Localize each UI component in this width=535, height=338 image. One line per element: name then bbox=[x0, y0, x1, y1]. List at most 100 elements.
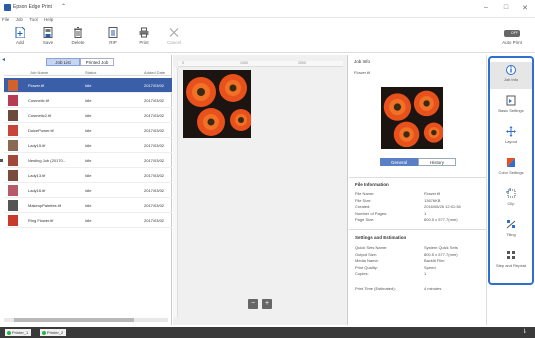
zoom-out-button[interactable]: − bbox=[248, 299, 258, 309]
job-thumbnail bbox=[8, 140, 18, 151]
add-button[interactable]: Add bbox=[9, 27, 31, 51]
table-row[interactable]: Lady15.tif Idle 2017/03/02 bbox=[4, 138, 172, 153]
zoom-in-button[interactable]: + bbox=[262, 299, 272, 309]
job-status: Idle bbox=[85, 143, 92, 148]
notification-icon[interactable]: ⇂ bbox=[522, 328, 527, 335]
job-date: 2017/03/02 bbox=[144, 143, 165, 148]
job-status: Idle bbox=[85, 128, 92, 133]
table-row[interactable]: Nesting Job (20170... Idle 2017/03/02 bbox=[4, 153, 172, 168]
side-button-label: Tiling bbox=[506, 232, 516, 237]
table-row[interactable]: DolcePower.tif Idle 2017/03/02 bbox=[4, 123, 172, 138]
trash-icon bbox=[74, 27, 82, 38]
info-key: Number of Pages: bbox=[355, 210, 388, 216]
side-button-basic-settings[interactable]: Basic Settings bbox=[490, 93, 532, 120]
info-value: Speed bbox=[424, 264, 436, 270]
job-thumbnail bbox=[8, 155, 18, 166]
job-date: 2017/03/02 bbox=[144, 188, 165, 193]
table-row[interactable]: Cosmetic2.tif Idle 2017/03/02 bbox=[4, 108, 172, 123]
job-status: Idle bbox=[85, 173, 92, 178]
file-info-title: File Information bbox=[355, 182, 389, 187]
job-date: 2017/03/02 bbox=[144, 113, 165, 118]
pane-indicator-icon: ◂ bbox=[2, 57, 6, 63]
info-value: 1 bbox=[424, 271, 427, 276]
auto-print-switch[interactable]: OFF bbox=[504, 30, 520, 37]
job-status: Idle bbox=[85, 83, 92, 88]
auto-print-toggle[interactable]: OFF Auto Print bbox=[497, 30, 527, 52]
close-button[interactable]: ✕ bbox=[519, 4, 531, 12]
maximize-button[interactable]: □ bbox=[500, 4, 512, 11]
info-value: Flower.tif bbox=[424, 191, 441, 196]
printer-tab-2[interactable]: Printer_2 bbox=[40, 329, 67, 336]
job-date: 2017/03/02 bbox=[144, 218, 165, 223]
menu-tool[interactable]: Tool bbox=[29, 17, 37, 22]
info-key: Copies: bbox=[355, 271, 369, 276]
info-value: System Quick Sets bbox=[424, 245, 458, 250]
job-name: Nesting Job (20170... bbox=[28, 158, 67, 163]
job-date: 2017/03/02 bbox=[144, 158, 165, 163]
minimize-button[interactable]: – bbox=[480, 4, 492, 11]
rip-icon bbox=[108, 27, 118, 38]
add-file-icon bbox=[15, 27, 25, 38]
job-thumbnail bbox=[8, 215, 18, 226]
info-icon bbox=[506, 65, 516, 75]
expand-marker-icon[interactable] bbox=[0, 159, 3, 162]
side-button-label: Layout bbox=[504, 139, 517, 144]
settings-title: Settings and Estimation bbox=[355, 235, 407, 240]
table-row[interactable]: Ring Flower.tif Idle 2017/03/02 bbox=[4, 213, 172, 228]
auto-print-label: Auto Print bbox=[502, 40, 522, 45]
job-date: 2017/03/02 bbox=[144, 203, 165, 208]
menu-help[interactable]: Help bbox=[44, 17, 53, 22]
table-row[interactable]: Lady13.tif Idle 2017/03/02 bbox=[4, 168, 172, 183]
job-tabs: Job List Printed Job bbox=[46, 58, 114, 67]
tab-general[interactable]: General bbox=[380, 158, 418, 166]
job-thumbnail bbox=[8, 185, 18, 196]
horizontal-scrollbar[interactable] bbox=[4, 318, 168, 322]
job-thumbnail bbox=[8, 200, 18, 211]
job-info-pane: Job Info Flower.tif General History File … bbox=[349, 55, 487, 325]
info-key: File Name: bbox=[355, 191, 375, 196]
side-button-layout[interactable]: Layout bbox=[490, 124, 532, 151]
tab-job-list[interactable]: Job List bbox=[46, 58, 80, 66]
save-button[interactable]: Save bbox=[37, 27, 59, 51]
info-value: 4 minutes bbox=[424, 285, 442, 291]
ruler-mark: 1000 bbox=[240, 61, 248, 65]
info-value: 800.5 x 577.7(mm) bbox=[424, 217, 458, 222]
online-status-icon bbox=[42, 331, 46, 335]
info-value: 800.5 x 577.7(mm) bbox=[424, 251, 458, 257]
menu-job[interactable]: Job bbox=[16, 17, 23, 22]
ruler-mark: 2000 bbox=[298, 61, 306, 65]
side-button-color-settings[interactable]: Color Settings bbox=[490, 155, 532, 182]
job-preview-image[interactable] bbox=[183, 70, 252, 138]
side-button-job-info[interactable]: Job Info bbox=[490, 62, 532, 89]
side-button-tiling[interactable]: Tiling bbox=[490, 217, 532, 244]
side-button-label: Job Info bbox=[503, 77, 519, 82]
side-button-step-and-repeat[interactable]: Step and Repeat bbox=[490, 248, 532, 275]
pin-icon[interactable]: ⌃ bbox=[61, 3, 66, 10]
tab-history[interactable]: History bbox=[418, 158, 456, 166]
info-key: Print Time (Estimated): bbox=[355, 285, 396, 291]
column-added-date[interactable]: Added Date bbox=[144, 70, 165, 75]
window-title: Epson Edge Print bbox=[13, 4, 52, 10]
rip-button[interactable]: RIP bbox=[102, 27, 124, 51]
column-status[interactable]: Status bbox=[85, 70, 96, 75]
print-button[interactable]: Print bbox=[133, 27, 155, 51]
scrollbar-thumb[interactable] bbox=[14, 318, 134, 322]
table-row[interactable]: Flower.tif Idle 2017/03/02 bbox=[4, 78, 172, 93]
table-row[interactable]: Cosmetic.tif Idle 2017/03/02 bbox=[4, 93, 172, 108]
title-bar: Epson Edge Print ⌃ – □ ✕ bbox=[0, 0, 535, 18]
job-date: 2017/03/02 bbox=[144, 83, 165, 88]
table-row[interactable]: MakeupPalettes.tif Idle 2017/03/02 bbox=[4, 198, 172, 213]
info-tabs: General History bbox=[380, 158, 456, 166]
cancel-button[interactable]: Cancel bbox=[163, 27, 185, 51]
column-job-name[interactable]: Job Name bbox=[30, 70, 48, 75]
job-name: Flower.tif bbox=[28, 83, 45, 88]
job-name: Ring Flower.tif bbox=[28, 218, 54, 223]
side-button-clip[interactable]: Clip bbox=[490, 186, 532, 213]
job-name: Lady16.tif bbox=[28, 188, 46, 193]
delete-button[interactable]: Delete bbox=[67, 27, 89, 51]
menu-file[interactable]: File bbox=[2, 17, 9, 22]
table-row[interactable]: Lady16.tif Idle 2017/03/02 bbox=[4, 183, 172, 198]
job-list-pane: ◂ Job List Printed Job Job Name Status Ad… bbox=[0, 55, 172, 325]
printer-tab-1[interactable]: Printer_1 bbox=[5, 329, 32, 336]
tab-printed-job[interactable]: Printed Job bbox=[80, 58, 114, 66]
